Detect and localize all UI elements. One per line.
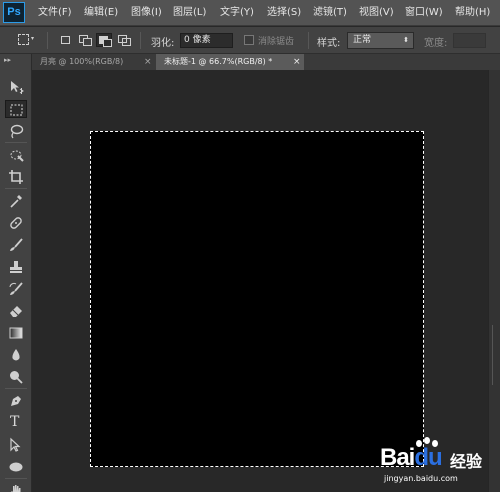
add-to-selection-button[interactable] xyxy=(78,33,94,47)
right-panel-strip xyxy=(488,70,500,492)
new-selection-icon xyxy=(61,36,70,44)
subtract-selection-overlap xyxy=(103,39,112,47)
spot-healing-brush-tool[interactable] xyxy=(5,214,27,232)
menu-type[interactable]: 文字(Y) xyxy=(220,0,254,26)
toolbox-divider xyxy=(5,188,27,189)
tool-preset-picker[interactable]: ▾ xyxy=(18,33,34,47)
spot-healing-brush-icon xyxy=(10,217,22,229)
quick-selection-tool[interactable] xyxy=(5,146,27,164)
add-selection-overlap xyxy=(83,38,92,46)
clone-stamp-tool[interactable] xyxy=(5,258,27,276)
move-tool-icon xyxy=(11,81,24,94)
toolbox-divider xyxy=(5,388,27,389)
width-input[interactable] xyxy=(453,33,486,48)
style-select[interactable]: 正常 ⬍ xyxy=(347,32,414,49)
pen-tool[interactable] xyxy=(5,392,27,410)
rectangular-marquee-tool[interactable] xyxy=(5,100,27,118)
lasso-tool-icon xyxy=(10,124,24,139)
watermark-url: jingyan.baidu.com xyxy=(384,474,458,483)
menu-file[interactable]: 文件(F) xyxy=(38,0,72,26)
menu-view[interactable]: 视图(V) xyxy=(359,0,394,26)
photoshop-logo-icon: Ps xyxy=(3,2,25,23)
style-label: 样式: xyxy=(317,38,341,49)
divider xyxy=(140,32,141,49)
menu-window[interactable]: 窗口(W) xyxy=(405,0,443,26)
baidu-jingyan-watermark: Baidu 经验 jingyan.baidu.com xyxy=(368,436,496,490)
chevron-down-icon: ▾ xyxy=(31,35,35,42)
path-selection-tool-icon xyxy=(10,437,21,452)
feather-label: 羽化: xyxy=(151,38,175,49)
move-tool[interactable] xyxy=(5,78,27,96)
menu-edit[interactable]: 编辑(E) xyxy=(84,0,118,26)
clone-stamp-tool-icon xyxy=(10,261,22,273)
quick-selection-tool-icon xyxy=(10,150,24,162)
menu-layer[interactable]: 图层(L) xyxy=(173,0,206,26)
hand-tool[interactable] xyxy=(5,482,27,492)
eyedropper-tool-icon xyxy=(10,195,22,208)
document-tab-bar: 月亮 @ 100%(RGB/8) × 未标题-1 @ 66.7%(RGB/8) … xyxy=(32,54,500,70)
history-brush-tool[interactable] xyxy=(5,280,27,298)
eraser-tool[interactable] xyxy=(5,302,27,320)
jingyan-label: 经验 xyxy=(450,452,483,471)
blur-tool-icon xyxy=(12,349,20,361)
options-bar: ▾ 羽化: 0 像素 消除锯齿 样式: 正常 ⬍ 宽度: xyxy=(0,27,500,54)
type-tool[interactable]: T xyxy=(5,414,27,432)
tab-moon-document[interactable]: 月亮 @ 100%(RGB/8) × xyxy=(32,54,154,70)
toolbox-collapse-icon[interactable]: ▸▸ xyxy=(4,56,11,64)
type-tool-icon: T xyxy=(10,414,20,430)
toolbox: ▸▸ T xyxy=(0,54,32,492)
rectangular-marquee-tool-icon xyxy=(10,104,23,116)
menu-bar: Ps 文件(F) 编辑(E) 图像(I) 图层(L) 文字(Y) 选择(S) 滤… xyxy=(0,0,500,26)
close-icon[interactable]: × xyxy=(144,54,152,70)
gradient-tool[interactable] xyxy=(5,324,27,342)
ellipse-tool[interactable] xyxy=(5,458,27,476)
new-selection-button[interactable] xyxy=(59,33,75,47)
intersect-selection-button[interactable] xyxy=(117,33,133,47)
hand-tool-icon xyxy=(11,485,21,492)
close-icon[interactable]: × xyxy=(293,54,301,70)
menu-select[interactable]: 选择(S) xyxy=(267,0,301,26)
ellipse-tool-icon xyxy=(9,462,23,472)
lasso-tool[interactable] xyxy=(5,122,27,140)
brush-tool[interactable] xyxy=(5,236,27,254)
menu-image[interactable]: 图像(I) xyxy=(131,0,162,26)
brush-tool-icon xyxy=(10,238,23,251)
antialias-checkbox[interactable] xyxy=(244,35,254,45)
baidu-logo: Baidu xyxy=(380,444,443,472)
tab-label: 月亮 @ 100%(RGB/8) xyxy=(40,57,124,66)
dodge-tool-icon xyxy=(10,371,23,384)
divider xyxy=(47,32,48,49)
antialias-label: 消除锯齿 xyxy=(258,37,295,47)
blur-tool[interactable] xyxy=(5,346,27,364)
dodge-tool[interactable] xyxy=(5,368,27,386)
tab-label: 未标题-1 @ 66.7%(RGB/8) * xyxy=(164,57,273,66)
divider xyxy=(308,32,309,49)
gradient-tool-icon xyxy=(9,327,23,339)
selection-marquee xyxy=(90,131,424,467)
eraser-tool-icon xyxy=(10,306,22,317)
marquee-preset-icon xyxy=(18,34,29,45)
panel-dock-handle[interactable] xyxy=(492,325,498,385)
intersect-selection-overlap xyxy=(122,38,131,46)
tab-untitled-document[interactable]: 未标题-1 @ 66.7%(RGB/8) * × xyxy=(156,54,304,70)
crop-tool-icon xyxy=(9,170,23,184)
feather-input[interactable]: 0 像素 xyxy=(180,33,233,48)
pen-tool-icon xyxy=(11,396,21,406)
subtract-from-selection-button[interactable] xyxy=(96,33,112,47)
width-label: 宽度: xyxy=(424,38,448,49)
baidu-logo-du: du xyxy=(414,444,442,471)
history-brush-icon xyxy=(9,282,23,295)
baidu-logo-bai: Bai xyxy=(380,444,415,471)
paw-icon xyxy=(424,437,430,444)
eyedropper-tool[interactable] xyxy=(5,192,27,210)
style-select-value: 正常 xyxy=(353,35,372,45)
menu-help[interactable]: 帮助(H) xyxy=(455,0,490,26)
menu-filter[interactable]: 滤镜(T) xyxy=(313,0,347,26)
path-selection-tool[interactable] xyxy=(5,436,27,454)
toolbox-divider xyxy=(5,142,27,143)
chevron-updown-icon: ⬍ xyxy=(403,36,409,44)
toolbox-divider xyxy=(5,478,27,479)
crop-tool[interactable] xyxy=(5,168,27,186)
